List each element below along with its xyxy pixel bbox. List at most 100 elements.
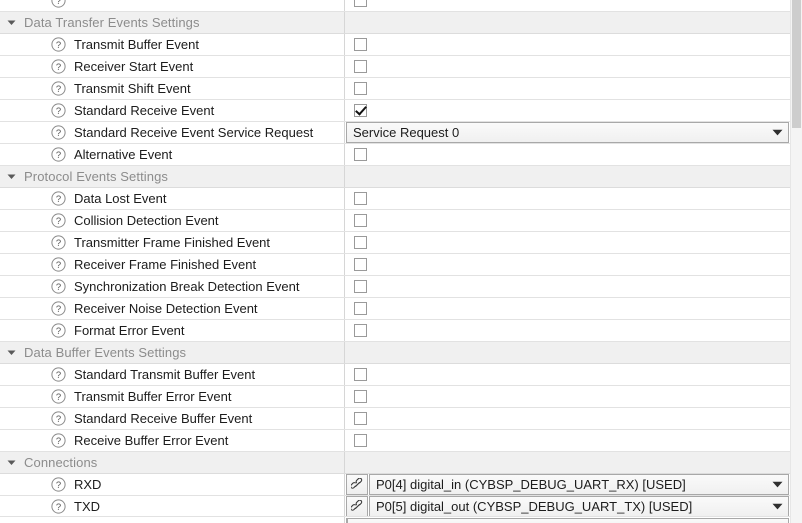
row-txd[interactable]: ? TXD P0[5] digital_out (CYBSP_DEBUG_UART_… [0,496,791,518]
triangle-down-icon[interactable] [0,452,22,473]
row-label: Standard Receive Event Service Request [74,125,314,140]
checkbox-receive-buffer-error-event[interactable] [354,434,367,447]
row-label: Alternative Event [74,147,173,162]
group-header-protocol-events-settings[interactable]: Protocol Events Settings [0,166,791,188]
row-data-lost-event[interactable]: ? Data Lost Event [0,188,791,210]
dropdown-txd[interactable]: P0[5] digital_out (CYBSP_DEBUG_UART_TX) … [369,496,789,517]
checkbox-collision-detection-event[interactable] [354,214,367,227]
checkbox-wrap [345,188,367,209]
row-synchronization-break-detection-event[interactable]: ? Synchronization Break Detection Event [0,276,791,298]
question-mark-icon[interactable]: ? [49,35,68,54]
chevron-down-icon[interactable] [766,475,788,494]
question-mark-icon[interactable]: ? [49,475,68,494]
row-value-cell [345,320,791,341]
triangle-down-icon[interactable] [0,12,22,33]
row-standard-transmit-buffer-event[interactable]: ? Standard Transmit Buffer Event [0,364,791,386]
group-header-data-buffer-events-settings[interactable]: Data Buffer Events Settings [0,342,791,364]
row-collision-detection-event[interactable]: ? Collision Detection Event [0,210,791,232]
row-standard-receive-event[interactable]: ? Standard Receive Event [0,100,791,122]
row-label: Receiver Start Event [74,59,194,74]
checkbox-standard-transmit-buffer-event[interactable] [354,368,367,381]
checkbox-format-error-event[interactable] [354,324,367,337]
triangle-down-icon[interactable] [0,166,22,187]
row-transmit-buffer-error-event[interactable]: ? Transmit Buffer Error Event [0,386,791,408]
question-mark-icon[interactable]: ? [49,277,68,296]
row-receiver-start-event[interactable]: ? Receiver Start Event [0,56,791,78]
question-mark-icon[interactable]: ? [49,57,68,76]
checkbox-transmitter-frame-finished-event[interactable] [354,236,367,249]
row-alternative-event[interactable]: ? Alternative Event [0,144,791,166]
dropdown-rxd[interactable]: P0[4] digital_in (CYBSP_DEBUG_UART_RX) [… [369,474,789,495]
checkbox-alternative-event[interactable] [354,148,367,161]
triangle-down-icon[interactable] [0,342,22,363]
checkbox-data-lost-event[interactable] [354,192,367,205]
row-name-cell: ? TXD [0,496,345,517]
checkbox-clipped-top[interactable] [354,0,367,7]
question-mark-icon[interactable]: ? [49,365,68,384]
chain-link-icon[interactable] [346,474,368,495]
question-mark-icon[interactable]: ? [49,255,68,274]
indent-spacer [0,254,49,275]
row-transmit-shift-event[interactable]: ? Transmit Shift Event [0,78,791,100]
chain-link-icon[interactable] [346,496,368,517]
question-mark-icon[interactable]: ? [49,387,68,406]
row-value-cell [345,34,791,55]
checkbox-transmit-buffer-error-event[interactable] [354,390,367,403]
checkbox-synchronization-break-detection-event[interactable] [354,280,367,293]
svg-text:?: ? [56,370,61,381]
checkbox-wrap [345,408,367,429]
row-label: TXD [74,499,100,514]
row-name-cell: ? Transmit Buffer Error Event [0,386,345,407]
question-mark-icon[interactable]: ? [49,299,68,318]
row-value-cell [345,408,791,429]
row-name-cell: ? Format Error Event [0,320,345,341]
row-rxd[interactable]: ? RXD P0[4] digital_in (CYBSP_DEBUG_UART_R… [0,474,791,496]
row-format-error-event[interactable]: ? Format Error Event [0,320,791,342]
question-mark-icon[interactable]: ? [49,79,68,98]
row-receiver-noise-detection-event[interactable]: ? Receiver Noise Detection Event [0,298,791,320]
indent-spacer [0,188,49,209]
vertical-scrollbar-thumb[interactable] [792,0,801,128]
checkbox-receiver-start-event[interactable] [354,60,367,73]
question-mark-icon[interactable]: ? [49,123,68,142]
row-standard-receive-buffer-event[interactable]: ? Standard Receive Buffer Event [0,408,791,430]
row-standard-receive-event-service-request[interactable]: ? Standard Receive Event Service Request S… [0,122,791,144]
row-value-cell [345,452,791,473]
checkbox-receiver-noise-detection-event[interactable] [354,302,367,315]
row-receive-buffer-error-event[interactable]: ? Receive Buffer Error Event [0,430,791,452]
vertical-scrollbar[interactable] [790,0,802,523]
question-mark-icon[interactable]: ? [49,145,68,164]
question-mark-icon[interactable]: ? [49,321,68,340]
question-mark-icon[interactable]: ? [49,409,68,428]
chevron-down-icon[interactable] [766,497,788,516]
checkbox-transmit-shift-event[interactable] [354,82,367,95]
checkbox-transmit-buffer-event[interactable] [354,38,367,51]
question-mark-icon[interactable]: ? [49,431,68,450]
question-mark-icon[interactable]: ? [49,211,68,230]
checkbox-receiver-frame-finished-event[interactable] [354,258,367,271]
checkbox-standard-receive-event[interactable] [354,104,367,117]
row-transmitter-frame-finished-event[interactable]: ? Transmitter Frame Finished Event [0,232,791,254]
dropdown-standard-receive-event-service-request[interactable]: Service Request 0 [346,122,789,143]
question-mark-icon[interactable]: ? [49,233,68,252]
row-value-cell: P0[5] digital_out (CYBSP_DEBUG_UART_TX) … [345,496,791,517]
row-label: Standard Transmit Buffer Event [74,367,256,382]
question-mark-icon[interactable]: ? [49,101,68,120]
group-header-connections[interactable]: Connections [0,452,791,474]
group-name-cell: Connections [0,452,345,473]
group-header-data-transfer-events-settings[interactable]: Data Transfer Events Settings [0,12,791,34]
indent-spacer [0,430,49,451]
clipped-bottom-combo[interactable] [347,518,789,523]
dropdown-value: P0[5] digital_out (CYBSP_DEBUG_UART_TX) … [376,499,693,514]
checkbox-standard-receive-buffer-event[interactable] [354,412,367,425]
row-transmit-buffer-event[interactable]: ? Transmit Buffer Event [0,34,791,56]
question-mark-icon[interactable]: ? [49,189,68,208]
group-label: Data Buffer Events Settings [24,345,187,360]
question-mark-icon[interactable]: ? [49,0,68,10]
question-mark-icon[interactable]: ? [49,497,68,516]
row-receiver-frame-finished-event[interactable]: ? Receiver Frame Finished Event [0,254,791,276]
dropdown-value: P0[4] digital_in (CYBSP_DEBUG_UART_RX) [… [376,477,686,492]
property-grid-panel: ? Data Transfer Events Settings? Transmit … [0,0,802,523]
chevron-down-icon[interactable] [766,123,788,142]
indent-spacer [0,34,49,55]
